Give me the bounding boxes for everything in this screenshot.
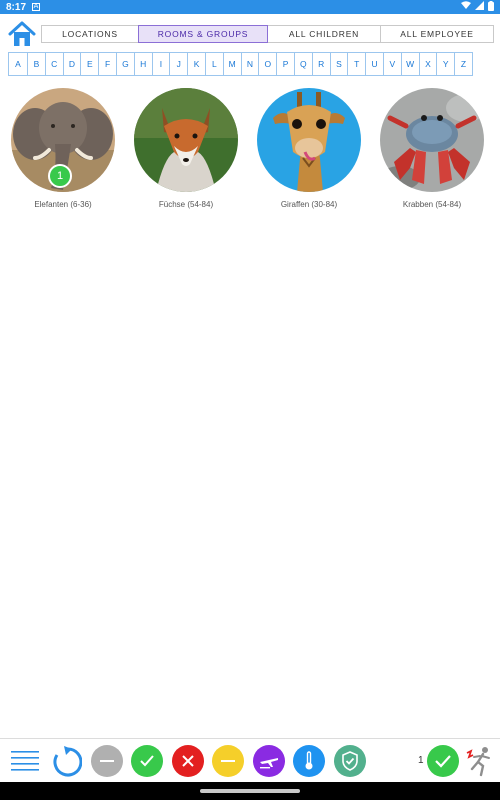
status-sick-button[interactable] — [293, 745, 325, 777]
battery-icon — [488, 0, 494, 14]
letter-o[interactable]: O — [258, 52, 278, 76]
letter-u[interactable]: U — [365, 52, 384, 76]
group-label: Giraffen (30-84) — [280, 200, 338, 209]
letter-t[interactable]: T — [347, 52, 367, 76]
letter-g[interactable]: G — [115, 52, 135, 76]
letter-r[interactable]: R — [311, 52, 331, 76]
refresh-icon — [53, 746, 82, 777]
notification-icon: A — [32, 3, 41, 11]
group-card[interactable]: 1 Elefanten (6-36) — [8, 88, 118, 209]
check-icon — [140, 755, 154, 767]
letter-k[interactable]: K — [187, 52, 206, 76]
letter-l[interactable]: L — [204, 52, 224, 76]
letter-x[interactable]: X — [418, 52, 438, 76]
letter-y[interactable]: Y — [436, 52, 456, 76]
group-label: Füchse (54-84) — [158, 200, 214, 209]
close-icon — [182, 755, 194, 767]
check-icon — [435, 755, 451, 768]
status-cancel-button[interactable] — [172, 745, 204, 777]
letter-n[interactable]: N — [240, 52, 260, 76]
status-partial-button[interactable] — [212, 745, 244, 777]
letter-m[interactable]: M — [222, 52, 242, 76]
status-absent-button[interactable] — [91, 745, 123, 777]
running-person-icon — [466, 747, 490, 777]
airplane-icon — [260, 758, 278, 769]
wifi-icon — [461, 1, 471, 13]
letter-f[interactable]: F — [98, 52, 117, 76]
group-label: Elefanten (6-36) — [34, 200, 92, 209]
status-present-button[interactable] — [131, 745, 163, 777]
status-vacation-button[interactable] — [253, 745, 285, 777]
letter-q[interactable]: Q — [293, 52, 313, 76]
tab-bar: LOCATIONS ROOMS & GROUPS ALL CHILDREN AL… — [41, 25, 494, 43]
letter-h[interactable]: H — [133, 52, 153, 76]
letter-d[interactable]: D — [62, 52, 82, 76]
menu-icon — [11, 751, 39, 771]
checkout-button[interactable] — [464, 745, 496, 777]
refresh-button[interactable] — [50, 745, 82, 777]
status-protected-button[interactable] — [334, 745, 366, 777]
letter-j[interactable]: J — [169, 52, 189, 76]
group-card[interactable]: Giraffen (30-84) — [254, 88, 364, 209]
minus-icon — [100, 760, 114, 762]
home-gesture-pill[interactable] — [200, 789, 300, 793]
home-icon — [8, 21, 36, 46]
group-avatar-crab[interactable] — [380, 88, 484, 192]
letter-c[interactable]: C — [44, 52, 64, 76]
status-time: 8:17 — [6, 1, 27, 13]
tab-all-children[interactable]: ALL CHILDREN — [267, 25, 381, 43]
tab-rooms-groups[interactable]: ROOMS & GROUPS — [138, 25, 268, 43]
selected-count: 1 — [418, 755, 424, 766]
letter-b[interactable]: B — [27, 52, 46, 76]
status-icons — [461, 0, 494, 14]
confirm-button[interactable] — [427, 745, 459, 777]
tab-locations[interactable]: LOCATIONS — [41, 25, 139, 43]
letter-e[interactable]: E — [80, 52, 100, 76]
group-card[interactable]: Krabben (54-84) — [377, 88, 487, 209]
thermometer-icon — [305, 751, 313, 770]
status-bar: 8:17 A — [0, 0, 500, 14]
group-avatar-giraffe[interactable] — [257, 88, 361, 192]
home-button[interactable] — [8, 20, 36, 48]
letter-s[interactable]: S — [329, 52, 349, 76]
group-avatar-fox[interactable] — [134, 88, 238, 192]
tab-all-employee[interactable]: ALL EMPLOYEE — [380, 25, 494, 43]
group-count-badge: 1 — [48, 164, 72, 188]
letter-a[interactable]: A — [8, 52, 28, 76]
letter-v[interactable]: V — [382, 52, 402, 76]
system-navigation-bar — [0, 782, 500, 800]
shield-check-icon — [342, 751, 358, 771]
letter-p[interactable]: P — [276, 52, 295, 76]
group-card[interactable]: Füchse (54-84) — [131, 88, 241, 209]
letter-w[interactable]: W — [400, 52, 420, 76]
letter-i[interactable]: I — [151, 52, 171, 76]
minus-icon — [221, 760, 235, 762]
group-label: Krabben (54-84) — [402, 200, 462, 209]
menu-button[interactable] — [9, 745, 41, 777]
alphabet-filter: A B C D E F G H I J K L M N O P Q R S T … — [8, 52, 473, 76]
letter-z[interactable]: Z — [454, 52, 473, 76]
signal-icon — [475, 1, 484, 13]
bottom-action-bar: 1 — [0, 738, 500, 782]
